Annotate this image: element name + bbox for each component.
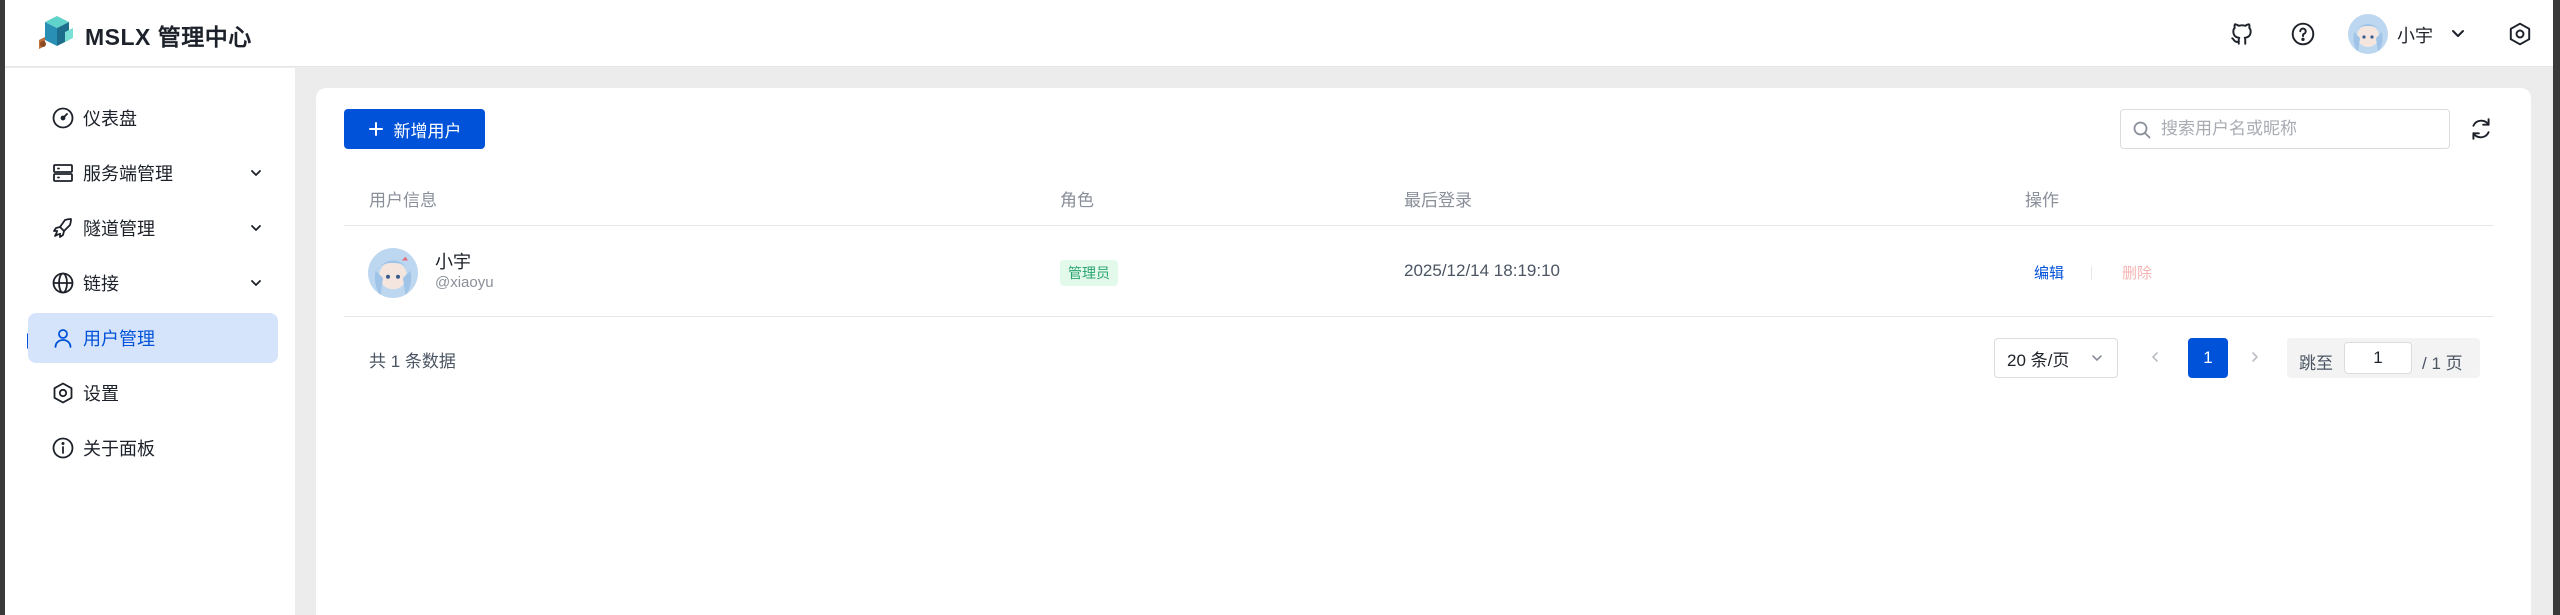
avatar [368, 248, 418, 298]
user-handle: @xiaoyu [435, 274, 494, 291]
delete-link[interactable]: 删除 [2122, 262, 2152, 283]
app-logo-icon [37, 16, 77, 52]
user-display-name: 小宇 [435, 252, 471, 272]
sidebar: 仪表盘 服务端管理 隧道管理 链接 用户管理 设置 关于面板 [5, 68, 295, 615]
action-divider [2091, 266, 2092, 280]
dashboard-icon [50, 105, 76, 131]
sidebar-item-label: 隧道管理 [83, 219, 155, 239]
rocket-icon [50, 215, 76, 241]
search-icon [2132, 120, 2152, 140]
plus-icon [368, 122, 383, 136]
sidebar-item-label: 服务端管理 [83, 164, 173, 184]
total-pages: / 1 页 [2422, 354, 2463, 373]
column-header-role: 角色 [1060, 191, 1094, 210]
sidebar-item-label: 设置 [83, 384, 119, 404]
jump-input[interactable]: 1 [2344, 342, 2412, 374]
search-field[interactable] [2120, 109, 2450, 149]
prev-page-icon[interactable] [2145, 347, 2165, 367]
app-window: MSLX 管理中心 小宇 仪表盘 服务端管理 隧道管理 链接 用户管理 设置 关… [5, 0, 2553, 615]
next-page-icon[interactable] [2245, 347, 2265, 367]
settings-icon [50, 380, 76, 406]
page-jumper: 跳至 1 / 1 页 [2287, 338, 2480, 378]
column-header-actions: 操作 [2025, 191, 2059, 210]
server-icon [50, 160, 76, 186]
sidebar-item-about[interactable]: 关于面板 [28, 423, 278, 473]
role-badge: 管理员 [1060, 260, 1118, 286]
page-size-select[interactable]: 20 条/页 [1994, 338, 2118, 378]
sidebar-item-server[interactable]: 服务端管理 [28, 148, 278, 198]
divider [344, 225, 2494, 226]
sidebar-item-label: 关于面板 [83, 439, 155, 459]
sidebar-item-label: 链接 [83, 274, 119, 294]
globe-icon [50, 270, 76, 296]
chevron-down-icon[interactable] [2448, 24, 2468, 44]
add-user-button[interactable]: 新增用户 [344, 109, 485, 149]
chevron-down-icon[interactable] [246, 273, 266, 293]
settings-icon[interactable] [2505, 19, 2535, 49]
user-avatar[interactable] [2348, 14, 2388, 54]
user-name[interactable]: 小宇 [2397, 22, 2433, 48]
sidebar-item-label: 用户管理 [83, 329, 155, 349]
last-login-time: 2025/12/14 18:19:10 [1404, 261, 1560, 280]
divider [344, 316, 2494, 317]
sidebar-item-links[interactable]: 链接 [28, 258, 278, 308]
chevron-down-icon[interactable] [246, 218, 266, 238]
column-header-last-login: 最后登录 [1404, 191, 1472, 210]
user-icon [50, 325, 76, 351]
page-number-current[interactable]: 1 [2188, 338, 2228, 378]
page-size-value: 20 条/页 [2007, 350, 2070, 370]
github-icon[interactable] [2227, 19, 2257, 49]
jump-label: 跳至 [2299, 354, 2333, 373]
sidebar-item-settings[interactable]: 设置 [28, 368, 278, 418]
refresh-icon[interactable] [2468, 116, 2494, 142]
sidebar-item-label: 仪表盘 [83, 109, 137, 129]
chevron-down-icon [2089, 350, 2105, 366]
info-icon [50, 435, 76, 461]
help-icon[interactable] [2288, 19, 2318, 49]
user-management-card: 新增用户 用户信息 角色 最后登录 操作 [316, 88, 2531, 615]
chevron-down-icon[interactable] [246, 163, 266, 183]
app-title: MSLX 管理中心 [85, 24, 252, 50]
sidebar-item-users[interactable]: 用户管理 [28, 313, 278, 363]
search-input[interactable] [2161, 116, 2441, 142]
top-bar: MSLX 管理中心 小宇 [5, 0, 2553, 67]
edit-link[interactable]: 编辑 [2034, 262, 2064, 283]
sidebar-item-dashboard[interactable]: 仪表盘 [28, 93, 278, 143]
add-user-label: 新增用户 [393, 121, 462, 141]
column-header-user-info: 用户信息 [369, 191, 437, 210]
sidebar-item-tunnel[interactable]: 隧道管理 [28, 203, 278, 253]
total-count: 共 1 条数据 [369, 352, 456, 371]
